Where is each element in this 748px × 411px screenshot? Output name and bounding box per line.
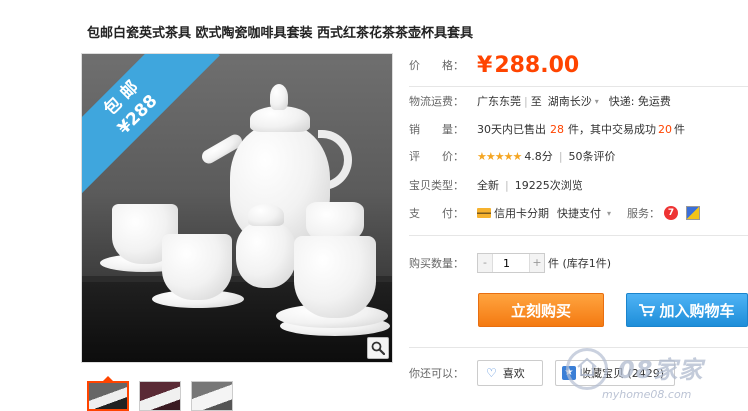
divider: [409, 235, 748, 236]
shipping-to-prefix: 至: [530, 95, 542, 108]
quantity-decrease-button[interactable]: -: [478, 254, 492, 272]
credit-card-icon: [477, 208, 491, 218]
teapot-knob: [270, 84, 288, 110]
add-to-cart-button[interactable]: 加入购物车: [626, 293, 748, 327]
view-count: 19225次浏览: [514, 179, 583, 192]
like-button[interactable]: ♡ 喜欢: [477, 360, 543, 386]
shipping-label: 物流运费：: [409, 95, 464, 108]
rating-label: 评 价：: [409, 150, 464, 163]
watermark-text: 08家家: [618, 356, 704, 384]
watermark: 08家家 myhome08.com: [566, 340, 748, 411]
item-condition: 全新: [477, 179, 499, 192]
thumbnail-2[interactable]: [139, 381, 181, 411]
quick-pay-link[interactable]: 快捷支付: [557, 205, 601, 221]
price-label: 价 格：: [409, 59, 464, 72]
chevron-down-icon[interactable]: ▾: [607, 209, 611, 218]
shipping-row: 物流运费： 广东东莞 | 至 湖南长沙 ▾ 快递: 免运费: [409, 93, 671, 109]
main-product-image[interactable]: 包 邮 ¥288: [81, 53, 393, 363]
review-count-link[interactable]: 50条评价: [569, 148, 616, 164]
chevron-down-icon[interactable]: ▾: [595, 97, 599, 106]
price-currency: ¥: [477, 52, 493, 78]
thumbnail-strip: [87, 381, 233, 411]
seven-day-return-icon[interactable]: 7: [664, 206, 679, 220]
product-title: 包邮白瓷英式茶具 欧式陶瓷咖啡具套装 西式红茶花茶茶壶杯具套具: [87, 26, 474, 41]
sales-unit: 件: [674, 123, 685, 136]
free-shipping-ribbon: 包 邮 ¥288: [82, 54, 220, 197]
thumbnail-3[interactable]: [191, 381, 233, 411]
cup: [294, 236, 376, 318]
item-type-label: 宝贝类型：: [409, 179, 464, 192]
quantity-increase-button[interactable]: +: [530, 254, 544, 272]
add-to-cart-label: 加入购物车: [659, 301, 735, 320]
thumbnail-1[interactable]: [87, 381, 129, 411]
item-type-row: 宝贝类型： 全新 | 19225次浏览: [409, 177, 583, 193]
quantity-input[interactable]: [492, 254, 530, 272]
price-value: 288.00: [494, 52, 580, 78]
service-label: 服务：: [627, 207, 661, 220]
sales-mid-text: 件，其中交易成功: [568, 123, 656, 136]
sales-success-count: 20: [658, 122, 672, 136]
buy-now-button[interactable]: 立刻购买: [478, 293, 604, 327]
rating-separator: |: [558, 149, 563, 163]
like-label: 喜欢: [502, 367, 525, 380]
payment-row: 支 付： 信用卡分期 快捷支付 ▾ 服务： 7: [409, 205, 701, 221]
quantity-label: 购买数量：: [409, 257, 464, 270]
sales-prefix: 30天内已售出: [477, 123, 546, 136]
stock-text: 件 (库存1件): [548, 257, 612, 270]
shipping-destination[interactable]: 湖南长沙: [548, 93, 592, 109]
actions-label: 你还可以：: [409, 367, 464, 380]
rating-row: 评 价： ★★★★★ 4.8分 | 50条评价: [409, 148, 616, 164]
rating-score: 4.8分: [524, 150, 553, 163]
star-rating-icon: ★★★★★: [477, 149, 522, 163]
consumer-protection-icon[interactable]: [686, 206, 701, 220]
shipping-fee: 快递: 免运费: [608, 95, 671, 108]
divider: [409, 86, 748, 87]
price-row: 价 格： ¥ 288.00: [409, 52, 579, 78]
shipping-from: 广东东莞: [477, 95, 521, 108]
sales-label: 销 量：: [409, 123, 464, 136]
sales-sold-count: 28: [550, 122, 564, 136]
payment-label: 支 付：: [409, 207, 464, 220]
buy-now-label: 立刻购买: [510, 301, 571, 320]
sales-row: 销 量： 30天内已售出 28 件，其中交易成功 20 件: [409, 121, 685, 137]
watermark-url: myhome08.com: [602, 388, 692, 401]
cup: [162, 234, 232, 300]
magnifier-icon: [371, 341, 385, 355]
quantity-row: 购买数量： - + 件 (库存1件): [409, 253, 611, 273]
house-icon: [577, 357, 597, 376]
credit-installment-link[interactable]: 信用卡分期: [494, 205, 549, 221]
zoom-button[interactable]: [367, 337, 389, 359]
item-type-separator: |: [505, 178, 509, 192]
shipping-separator: |: [524, 94, 528, 108]
shopping-cart-icon: [639, 303, 656, 316]
quantity-stepper[interactable]: - +: [477, 253, 545, 273]
sugar-bowl: [236, 222, 296, 288]
sugar-bowl-lid: [248, 204, 284, 226]
heart-icon: ♡: [486, 366, 497, 380]
